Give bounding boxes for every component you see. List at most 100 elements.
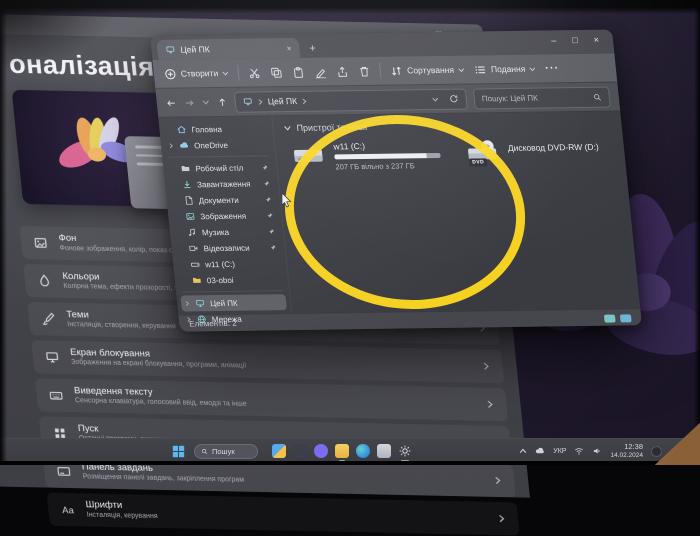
explorer-maximize-button[interactable]: □ (572, 36, 578, 45)
photos-app-icon[interactable] (377, 444, 391, 458)
start-button[interactable] (172, 445, 185, 458)
sidebar-item-videos[interactable]: Відеозаписи (175, 239, 282, 256)
paste-button[interactable] (291, 65, 305, 78)
large-icons-view-toggle[interactable] (620, 314, 632, 322)
downloads-icon (182, 179, 193, 189)
network-wifi-icon[interactable] (574, 446, 584, 456)
taskbar-clock[interactable]: 12:38 14.02.2024 (610, 443, 643, 459)
delete-button[interactable] (357, 64, 371, 77)
home-icon (176, 125, 187, 135)
forward-button[interactable] (183, 97, 195, 108)
breadcrumb[interactable]: Цей ПК (267, 96, 297, 106)
monitor-bezel-right (694, 0, 700, 465)
onedrive-tray-icon[interactable] (535, 446, 545, 456)
devices-and-drives-header[interactable]: Пристрої та носії (283, 119, 612, 134)
edge-browser-icon[interactable] (356, 444, 370, 458)
view-button[interactable]: Подання (473, 62, 537, 76)
row-subtitle: Колірна тема, ефекти прозорості, тема (63, 283, 190, 294)
sidebar-item-desktop[interactable]: Робочий стіл (167, 159, 274, 176)
lockscreen-icon (44, 349, 61, 364)
background-icon (32, 235, 49, 250)
tab-label: Цей ПК (180, 43, 282, 54)
store-app-icon[interactable] (314, 444, 328, 458)
details-view-toggle[interactable] (604, 314, 616, 322)
share-button[interactable] (335, 65, 349, 78)
sort-button[interactable]: Сортування (389, 63, 465, 77)
pin-icon (269, 244, 277, 251)
settings-app-icon[interactable] (398, 444, 412, 458)
sidebar-item-03-oboi[interactable]: 03-oboi (178, 271, 285, 288)
sidebar-item-home[interactable]: Головна (163, 120, 270, 137)
volume-icon[interactable] (592, 446, 602, 456)
sort-icon (389, 64, 403, 77)
drive-name: w11 (C:) (333, 140, 440, 151)
expand-chevron-icon[interactable] (184, 300, 191, 306)
row-subtitle: Інсталяція, створення, керування (67, 321, 176, 332)
sidebar-item-music[interactable]: Музика (173, 223, 280, 240)
monitor-bezel-bottom (0, 461, 700, 465)
explorer-content: Пристрої та носії w11 (C:) 207 ГБ вільно… (272, 111, 640, 313)
sidebar-item-documents[interactable]: Документи (170, 191, 277, 208)
this-pc-icon (195, 298, 206, 308)
this-pc-icon (242, 97, 253, 107)
pin-icon (264, 196, 272, 203)
taskbar-search[interactable]: Пошук (194, 444, 258, 459)
cut-button[interactable] (247, 66, 261, 79)
sidebar-item-downloads[interactable]: Завантаження (168, 175, 275, 192)
recent-locations-button[interactable] (201, 98, 210, 106)
settings-row-fonts[interactable]: Шрифти Інсталяція, керування (47, 493, 520, 536)
copy-button[interactable] (269, 66, 283, 79)
chevron-down-icon (283, 124, 292, 132)
capacity-bar (334, 153, 440, 159)
sidebar-item-pictures[interactable]: Зображення (172, 207, 279, 224)
pictures-icon (185, 211, 196, 221)
hard-drive-icon (291, 142, 327, 166)
address-bar[interactable]: Цей ПК (234, 88, 468, 112)
back-button[interactable] (165, 97, 177, 108)
new-tab-button[interactable]: + (309, 43, 317, 55)
chat-app-icon[interactable] (293, 444, 307, 458)
drive-tile-dvd[interactable]: DVD Дисковод DVD-RW (D:) (465, 138, 601, 170)
drive-tile-c[interactable]: w11 (C:) 207 ГБ вільно з 237 ГБ (291, 140, 442, 172)
file-explorer-icon[interactable] (335, 444, 349, 458)
sidebar-item-w11-c[interactable]: w11 (C:) (176, 255, 283, 272)
capacity-text: 207 ГБ вільно з 237 ГБ (335, 161, 442, 171)
documents-icon (183, 195, 194, 205)
explorer-minimize-button[interactable]: – (551, 36, 557, 45)
monitor-bezel-top (0, 0, 700, 14)
pin-icon (261, 164, 269, 171)
tab-close-icon[interactable]: × (286, 44, 292, 53)
chevron-right-icon (481, 362, 491, 371)
new-button[interactable]: Створити (163, 66, 230, 80)
language-indicator[interactable]: УКР (553, 448, 566, 455)
chevron-right-icon (301, 97, 309, 104)
address-dropdown-icon[interactable] (431, 95, 439, 102)
chevron-right-icon (485, 400, 495, 409)
chevron-down-icon (529, 65, 537, 72)
folder-icon (191, 275, 202, 285)
explorer-close-button[interactable]: × (593, 35, 599, 44)
more-options-button[interactable]: ··· (545, 62, 560, 74)
explorer-tab-this-pc[interactable]: Цей ПК × (156, 38, 300, 60)
expand-chevron-icon[interactable] (168, 143, 175, 149)
tray-overflow-chevron-icon[interactable] (519, 447, 527, 455)
settings-row-lockscreen[interactable]: Екран блокування Зображення на екрані бл… (31, 340, 504, 383)
chevron-right-icon (497, 514, 507, 523)
view-icon (473, 63, 487, 76)
explorer-sidebar: Головна OneDrive Робочий стіл Завантажен… (158, 116, 292, 314)
widgets-icon[interactable] (272, 444, 286, 458)
search-box[interactable]: Пошук: Цей ПК (473, 86, 611, 109)
up-button[interactable] (216, 96, 228, 107)
refresh-button[interactable] (448, 94, 459, 104)
sidebar-item-onedrive[interactable]: OneDrive (164, 136, 271, 153)
sidebar-item-this-pc[interactable]: Цей ПК (180, 294, 287, 311)
dvd-badge: DVD (469, 158, 488, 166)
monitor-bezel-left (0, 0, 7, 465)
tray-date: 14.02.2024 (610, 452, 643, 459)
music-icon (186, 227, 197, 237)
notification-center-icon[interactable] (651, 446, 662, 457)
drive-icon (190, 259, 201, 269)
settings-row-text-input[interactable]: Виведення тексту Сенсорна клавіатура, го… (35, 378, 508, 421)
items-count: Елементів: 2 (189, 319, 237, 329)
rename-button[interactable] (313, 65, 327, 78)
